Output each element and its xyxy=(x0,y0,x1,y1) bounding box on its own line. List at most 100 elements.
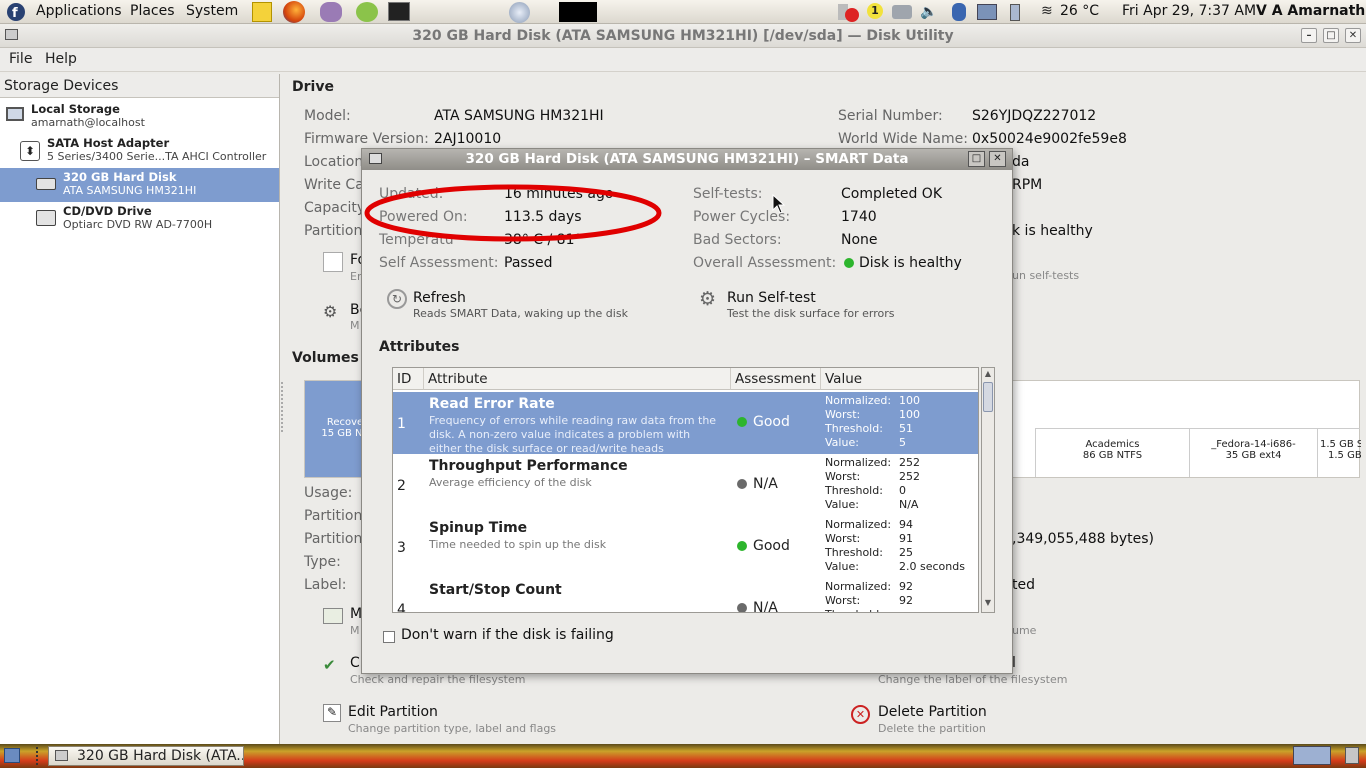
run-selftest-button[interactable]: Run Self-test xyxy=(727,290,816,306)
attribute-row[interactable]: 4 Start/Stop Count N/A Normalized: 92 Worst: 9… xyxy=(393,578,978,613)
network-icon[interactable] xyxy=(977,4,997,20)
benchmark-desc: M xyxy=(350,319,360,332)
weather-temp[interactable]: 26 °C xyxy=(1060,3,1099,19)
places-menu[interactable]: Places xyxy=(130,3,175,19)
smart-status-value: k is healthy xyxy=(1012,223,1093,239)
firmware-label: Firmware Version: xyxy=(304,131,429,147)
close-button[interactable]: ✕ xyxy=(1345,28,1361,43)
drive-heading: Drive xyxy=(292,79,334,95)
mount-volume-icon[interactable] xyxy=(323,608,343,624)
attributes-scrollbar[interactable]: ▲ ▼ xyxy=(981,367,995,613)
window-titlebar[interactable]: 320 GB Hard Disk (ATA SAMSUNG HM321HI) [… xyxy=(0,24,1366,48)
trash-icon[interactable] xyxy=(1345,747,1359,764)
value-number: N/A xyxy=(899,498,919,511)
dialog-maximize-button[interactable]: □ xyxy=(968,151,985,167)
attribute-description: Average efficiency of the disk xyxy=(429,476,592,489)
delete-partition-button[interactable]: Delete Partition xyxy=(878,704,987,720)
sidebar-item-title: Local Storage xyxy=(31,102,120,116)
attributes-heading: Attributes xyxy=(379,339,460,355)
column-header-id[interactable]: ID xyxy=(393,368,424,390)
connection-icon[interactable] xyxy=(892,5,912,19)
edit-partition-icon[interactable]: ✎ xyxy=(323,704,341,722)
mount-volume-desc: M xyxy=(350,624,360,637)
bottom-taskbar: 320 GB Hard Disk (ATA... xyxy=(0,744,1366,768)
volume-segment-fedora[interactable]: _Fedora-14-i686- 35 GB ext4 xyxy=(1189,429,1317,477)
scroll-down-icon[interactable]: ▼ xyxy=(983,598,993,610)
refresh-button[interactable]: Refresh xyxy=(413,290,466,306)
volume-segment-swap[interactable]: 1.5 GB Swa...1.5 GB xyxy=(1317,429,1361,477)
app-icon[interactable] xyxy=(5,29,18,40)
partition-label: Partition xyxy=(304,508,363,524)
clock[interactable]: Fri Apr 29, 7:37 AM xyxy=(1122,3,1256,19)
system-menu[interactable]: System xyxy=(186,3,238,19)
value-key: Normalized: xyxy=(825,518,892,531)
rpm-value: RPM xyxy=(1012,177,1043,193)
column-header-assessment[interactable]: Assessment xyxy=(731,368,821,390)
value-number: 5 xyxy=(899,436,906,449)
battery-icon[interactable] xyxy=(1010,4,1020,21)
edit-partition-button[interactable]: Edit Partition xyxy=(348,704,438,720)
blocked-icon[interactable] xyxy=(845,8,859,22)
dialog-close-button[interactable]: ✕ xyxy=(989,151,1006,167)
file-menu[interactable]: File xyxy=(9,51,32,67)
sidebar-item-hard-disk[interactable]: 320 GB Hard Disk ATA SAMSUNG HM321HI xyxy=(0,168,279,202)
benchmark-icon[interactable]: ⚙ xyxy=(323,302,343,322)
taskbar-window-button[interactable]: 320 GB Hard Disk (ATA... xyxy=(48,746,244,766)
refresh-icon[interactable]: ↻ xyxy=(387,289,407,309)
selftest-hint: un self-tests xyxy=(1012,269,1080,282)
sidebar-item-cd-dvd[interactable]: CD/DVD Drive Optiarc DVD RW AD-7700H xyxy=(0,202,279,236)
value-key: Value: xyxy=(825,436,859,449)
value-number: 100 xyxy=(899,408,920,421)
firefox-launcher-icon[interactable] xyxy=(283,1,305,23)
healthy-status-icon xyxy=(844,258,854,268)
value-number: 25 xyxy=(899,546,913,559)
fedora-logo-icon[interactable]: f xyxy=(6,2,26,22)
column-header-attribute[interactable]: Attribute xyxy=(424,368,731,390)
column-header-value[interactable]: Value xyxy=(821,368,978,390)
format-drive-icon[interactable] xyxy=(323,252,343,272)
scroll-up-icon[interactable]: ▲ xyxy=(983,369,993,381)
attribute-values: Normalized: 252 Worst: 252 Threshold: 0 Value:… xyxy=(825,456,920,512)
notes-launcher-icon[interactable] xyxy=(252,2,272,22)
attribute-row[interactable]: 2 Throughput Performance Average efficienc… xyxy=(393,454,978,516)
attribute-name: Spinup Time xyxy=(429,520,528,536)
capacity-label: Capacity xyxy=(304,200,366,216)
attribute-id: 4 xyxy=(397,602,406,613)
sidebar-item-sata-adapter[interactable]: ⬍ SATA Host Adapter 5 Series/3400 Serie.… xyxy=(0,134,279,168)
adapter-icon: ⬍ xyxy=(20,141,40,161)
attribute-row[interactable]: 1 Read Error Rate Frequency of errors whil… xyxy=(393,392,978,455)
system-monitor-icon[interactable] xyxy=(559,2,597,22)
run-selftest-icon[interactable]: ⚙ xyxy=(699,288,716,310)
help-menu[interactable]: Help xyxy=(45,51,77,67)
dont-warn-label[interactable]: Don't warn if the disk is failing xyxy=(401,627,614,643)
delete-partition-icon[interactable]: ✕ xyxy=(851,705,870,724)
attribute-row[interactable]: 3 Spinup Time Time needed to spin up the d… xyxy=(393,516,978,578)
sidebar-item-local-storage[interactable]: Local Storage amarnath@localhost xyxy=(0,100,279,134)
pidgin-launcher-icon[interactable] xyxy=(320,2,342,22)
updates-badge-icon[interactable]: 1 xyxy=(867,3,883,19)
dialog-titlebar[interactable]: 320 GB Hard Disk (ATA SAMSUNG HM321HI) –… xyxy=(362,149,1012,170)
bluetooth-icon[interactable] xyxy=(952,3,966,21)
assessment-status-icon xyxy=(737,417,747,427)
game-launcher-icon[interactable] xyxy=(356,2,378,22)
attribute-id: 1 xyxy=(397,416,406,432)
maximize-button[interactable]: □ xyxy=(1323,28,1339,43)
network-globe-icon[interactable] xyxy=(509,2,530,23)
check-filesystem-icon[interactable]: ✔ xyxy=(323,656,343,674)
workspace-switcher[interactable] xyxy=(1293,746,1331,765)
terminal-launcher-icon[interactable] xyxy=(388,2,410,21)
scrollbar-thumb[interactable] xyxy=(983,382,993,412)
minimize-button[interactable]: – xyxy=(1301,28,1317,43)
attribute-assessment: Good xyxy=(737,538,790,554)
dont-warn-checkbox[interactable] xyxy=(383,631,395,643)
show-desktop-icon[interactable] xyxy=(4,748,20,763)
value-key: Threshold: xyxy=(825,422,883,435)
attribute-values: Normalized:92Worst:92Threshold:Value: xyxy=(825,580,913,612)
user-menu[interactable]: V A Amarnath xyxy=(1256,3,1365,19)
value-number: 252 xyxy=(899,456,920,469)
applications-menu[interactable]: Applications xyxy=(36,3,122,19)
volume-icon[interactable]: 🔈 xyxy=(920,4,937,20)
weather-icon[interactable]: ≋ xyxy=(1041,3,1053,19)
capacity-bytes-value: ,349,055,488 bytes) xyxy=(1012,531,1154,547)
volume-segment-academics[interactable]: Academics 86 GB NTFS xyxy=(1035,429,1189,477)
